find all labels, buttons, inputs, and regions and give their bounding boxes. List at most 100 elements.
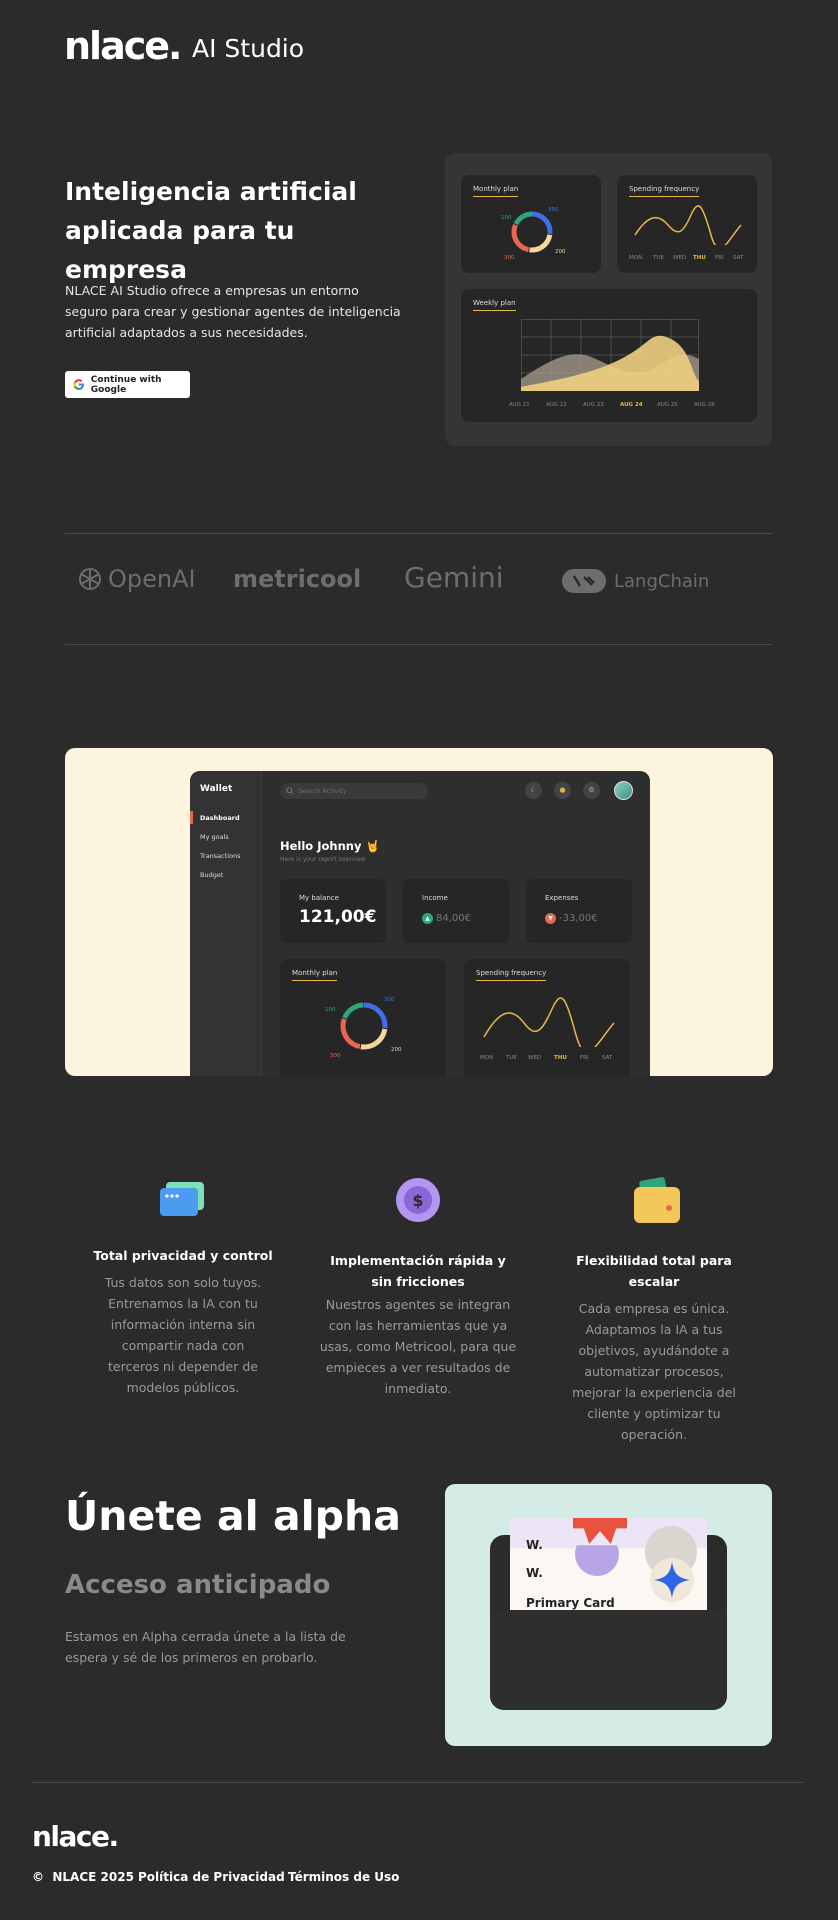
partner-metricool: metricool bbox=[233, 565, 362, 593]
balance-value: 121,00€ bbox=[299, 907, 377, 927]
date-aug21: AUG 21 bbox=[509, 402, 530, 408]
monthly-label-yellow: 200 bbox=[555, 249, 566, 255]
divider-bottom bbox=[65, 644, 773, 645]
alpha-title: Únete al alpha bbox=[65, 1492, 401, 1540]
date-aug25: AUG 25 bbox=[657, 402, 678, 408]
balance-card: My balance 121,00€ bbox=[280, 879, 386, 943]
card-w-top: W. bbox=[526, 1538, 543, 1552]
hero-description: NLACE AI Studio ofrece a empresas un ent… bbox=[65, 283, 401, 340]
day-thu: THU bbox=[693, 255, 706, 261]
app-monthly-donut bbox=[340, 1002, 388, 1050]
wallet-app-window: Wallet Dashboard My goals Transactions B… bbox=[190, 771, 650, 1076]
app-spending-title: Spending frequency bbox=[476, 969, 547, 981]
primary-card-label: Primary Card bbox=[526, 1596, 615, 1610]
card-w-middle: W. bbox=[526, 1566, 543, 1580]
partner-gemini: Gemini bbox=[404, 561, 504, 594]
spending-frequency-card: Spending frequency MON TUE WED THU FRI S… bbox=[617, 175, 757, 273]
greeting-subtitle: Here is your report overview bbox=[280, 856, 366, 863]
weekly-plan-card: Weekly plan AUG 21 AUG 22 AUG 23 AUG 24 … bbox=[461, 289, 757, 422]
day-sat: SAT bbox=[733, 255, 744, 261]
app-monthly-label-green: 100 bbox=[325, 1007, 336, 1013]
active-indicator bbox=[190, 811, 193, 824]
date-aug23: AUG 23 bbox=[583, 402, 604, 408]
app-day-tue: TUE bbox=[506, 1055, 517, 1061]
monthly-label-red: 300 bbox=[504, 255, 515, 261]
balance-label: My balance bbox=[299, 894, 339, 902]
google-icon bbox=[73, 379, 85, 390]
expenses-label: Expenses bbox=[545, 894, 579, 902]
expenses-card: Expenses ▼ -33,00€ bbox=[526, 879, 632, 943]
dollar-coin-icon: $ bbox=[396, 1178, 440, 1222]
footer-logo[interactable]: nlace. bbox=[32, 1820, 119, 1853]
app-monthly-label-red: 300 bbox=[330, 1053, 341, 1059]
feature-privacy-description: Tus datos son solo tuyos. Entrenamos la … bbox=[104, 1275, 262, 1395]
nlace-logo[interactable]: nlace. bbox=[64, 24, 182, 68]
langchain-icon bbox=[562, 569, 606, 593]
arrow-down-icon: ▼ bbox=[545, 913, 556, 924]
feature-implementation-title: Implementación rápida y sin fricciones bbox=[330, 1253, 506, 1289]
notification-icon[interactable]: ● bbox=[554, 782, 571, 799]
arrow-up-icon: ▲ bbox=[422, 913, 433, 924]
app-monthly-plan-card: Monthly plan 100 300 300 200 bbox=[280, 959, 446, 1076]
app-spending-card: Spending frequency MON TUE WED THU FRI S… bbox=[464, 959, 630, 1076]
alpha-subtitle: Acceso anticipado bbox=[65, 1570, 331, 1600]
app-day-fri: FRI bbox=[580, 1055, 589, 1061]
income-label: Income bbox=[422, 894, 448, 902]
spending-frequency-title: Spending frequency bbox=[629, 185, 700, 197]
sidebar-item-dashboard[interactable]: Dashboard bbox=[200, 814, 240, 822]
partner-openai: OpenAI bbox=[76, 565, 196, 593]
date-aug22: AUG 22 bbox=[546, 402, 567, 408]
google-button-label: Continue with Google bbox=[90, 374, 162, 395]
logo-subtitle: AI Studio bbox=[192, 34, 305, 63]
income-card: Income ▲ 84,00€ bbox=[403, 879, 509, 943]
partner-openai-label: OpenAI bbox=[108, 565, 196, 593]
monthly-plan-title: Monthly plan bbox=[473, 185, 519, 197]
avatar[interactable] bbox=[614, 781, 633, 800]
feature-flexibility: Flexibilidad total para escalar Cada emp… bbox=[554, 1250, 754, 1445]
monthly-label-green: 100 bbox=[501, 215, 512, 221]
app-spending-line bbox=[483, 997, 615, 1047]
wallet-app-showcase: Wallet Dashboard My goals Transactions B… bbox=[65, 748, 773, 1076]
spending-frequency-line bbox=[634, 205, 742, 245]
wallet-icon bbox=[634, 1177, 680, 1223]
day-mon: MON bbox=[629, 255, 643, 261]
partner-langchain: LangChain bbox=[562, 569, 709, 593]
search-input[interactable]: Search Activity bbox=[280, 783, 428, 799]
gear-icon[interactable]: ⚙ bbox=[583, 782, 600, 799]
search-icon bbox=[286, 787, 294, 795]
date-aug26: AUG 26 bbox=[694, 402, 715, 408]
moon-icon[interactable]: ☾ bbox=[525, 782, 542, 799]
openai-icon bbox=[79, 568, 101, 590]
monthly-label-blue: 300 bbox=[548, 207, 559, 213]
monthly-plan-card: Monthly plan 100 300 300 200 bbox=[461, 175, 601, 273]
greeting: Hello Johnny 🤘 bbox=[280, 839, 380, 853]
feature-privacy-title: Total privacidad y control bbox=[93, 1248, 273, 1263]
day-tue: TUE bbox=[653, 255, 664, 261]
date-aug24: AUG 24 bbox=[620, 402, 643, 408]
app-monthly-label-yellow: 200 bbox=[391, 1047, 402, 1053]
wallet-pocket bbox=[490, 1610, 727, 1710]
day-wed: WED bbox=[673, 255, 687, 261]
monthly-plan-donut bbox=[511, 211, 553, 253]
alpha-description: Estamos en Alpha cerrada únete a la list… bbox=[65, 1629, 346, 1665]
partner-langchain-label: LangChain bbox=[614, 570, 710, 592]
sidebar-item-my-goals[interactable]: My goals bbox=[200, 833, 229, 841]
weekly-plan-area-chart bbox=[521, 319, 699, 391]
continue-with-google-button[interactable]: Continue with Google bbox=[65, 371, 190, 398]
wallet-app-title: Wallet bbox=[200, 784, 233, 794]
wallet-sidebar: Wallet Dashboard My goals Transactions B… bbox=[190, 771, 262, 1076]
sidebar-item-budget[interactable]: Budget bbox=[200, 871, 223, 879]
weekly-plan-title: Weekly plan bbox=[473, 299, 516, 311]
divider-top bbox=[65, 533, 773, 534]
app-monthly-plan-title: Monthly plan bbox=[292, 969, 338, 981]
privacy-policy-link[interactable]: Política de Privacidad bbox=[138, 1870, 285, 1884]
feature-flexibility-title: Flexibilidad total para escalar bbox=[576, 1253, 732, 1289]
app-day-sat: SAT bbox=[602, 1055, 613, 1061]
sidebar-item-transactions[interactable]: Transactions bbox=[200, 852, 241, 860]
day-fri: FRI bbox=[715, 255, 724, 261]
hero-dashboard-preview: Monthly plan 100 300 300 200 Spending fr… bbox=[445, 153, 772, 446]
app-day-wed: WED bbox=[528, 1055, 542, 1061]
footer-divider bbox=[32, 1782, 804, 1783]
terms-of-use-link[interactable]: Términos de Uso bbox=[288, 1870, 399, 1884]
expenses-value: -33,00€ bbox=[559, 913, 598, 924]
